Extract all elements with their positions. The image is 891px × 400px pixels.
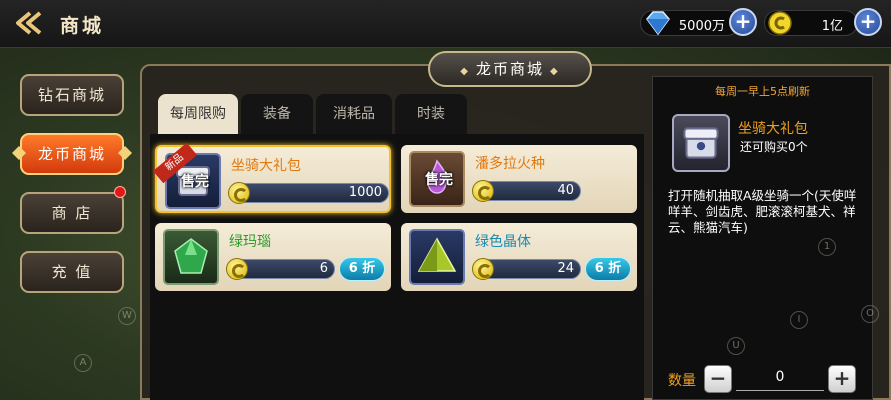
selection-diamond-icon [118,146,132,160]
panel-title-left-diamond-icon: ◆ [460,66,470,77]
panel-title: ◆ 龙币商城 ◆ [428,51,592,87]
detail-remaining: 还可购买0个 [740,140,808,154]
coin-icon [472,180,494,202]
item-name: 绿色晶体 [475,234,531,250]
shop-item-card[interactable]: 售完 潘多拉火种 40 [401,145,637,213]
coin-amount: 1亿 [821,19,843,34]
gem-icon [174,238,208,274]
notification-badge [114,186,126,198]
quantity-minus-button[interactable]: − [704,365,732,393]
price-bar: 1000 [228,182,389,204]
detail-item-icon [672,114,730,172]
bg-decor-icon: A [74,354,92,372]
shop-item-card[interactable]: 绿色晶体 24 6 折 [401,223,637,291]
item-name: 潘多拉火种 [475,156,545,172]
quantity-label: 数量 [668,373,696,389]
sidebar-item-recharge[interactable]: 充 值 [20,251,124,293]
bg-decor-icon: U [727,337,745,355]
bg-decor-icon: I [790,311,808,329]
item-price: 24 [557,261,574,276]
quantity-input[interactable]: 0 [736,369,824,391]
discount-badge: 6 折 [585,257,631,281]
sidebar-item-dragon-coin-shop[interactable]: 龙币商城 [20,133,124,175]
item-price: 1000 [348,185,382,200]
item-name: 绿玛瑙 [229,234,271,250]
shop-item-card[interactable]: 绿玛瑙 6 6 折 [155,223,391,291]
coin-icon [228,182,250,204]
price-bar: 6 [226,258,335,280]
refresh-notice: 每周一早上5点刷新 [715,85,810,98]
panel-title-text: 龙币商城 [475,60,544,78]
add-coin-button[interactable]: + [854,8,882,36]
panel-title-right-diamond-icon: ◆ [550,66,560,77]
detail-description: 打开随机抽取A级坐骑一个(天使咩咩羊、剑齿虎、肥滚滚柯基犬、祥云、熊猫汽车) [668,188,857,235]
green-crystal-icon [409,229,465,285]
item-price: 40 [557,183,574,198]
top-bar: 商城 5000万 + 1亿 + [0,0,891,48]
shop-item-card[interactable]: 售完 新品 坐骑大礼包 1000 [153,142,391,213]
tab-fashion[interactable]: 时装 [395,94,467,134]
selection-diamond-icon [12,146,26,160]
item-name: 坐骑大礼包 [231,158,301,174]
detail-item-name: 坐骑大礼包 [738,121,808,137]
crystal-icon [417,237,457,272]
page-title: 商城 [60,15,105,37]
discount-badge: 6 折 [339,257,385,281]
pandora-fire-icon: 售完 [409,151,465,207]
add-diamond-button[interactable]: + [729,8,757,36]
item-price: 6 [319,261,328,276]
tab-weekly-limited[interactable]: 每周限购 [158,94,238,134]
tab-equipment[interactable]: 装备 [241,94,313,134]
bg-decor-icon: 1 [818,238,836,256]
diamond-balance: 5000万 [640,10,740,36]
coin-balance: 1亿 [764,10,858,36]
price-bar: 24 [472,258,581,280]
quantity-plus-button[interactable]: + [828,365,856,393]
sidebar-item-store[interactable]: 商 店 [20,192,124,234]
tab-consumables[interactable]: 消耗品 [316,94,392,134]
sold-out-label: 售完 [181,174,209,190]
coin-icon [226,258,248,280]
chest-icon [683,127,719,159]
coin-icon [768,11,792,35]
price-bar: 40 [472,180,581,202]
diamond-icon [646,11,670,36]
sidebar-item-diamond-shop[interactable]: 钻石商城 [20,74,124,116]
sold-out-label: 售完 [425,172,453,188]
back-arrow-icon[interactable] [14,10,44,36]
green-agate-icon [163,229,219,285]
diamond-amount: 5000万 [678,19,725,34]
bg-decor-icon: O [861,305,879,323]
bg-decor-icon: W [118,307,136,325]
coin-icon [472,258,494,280]
